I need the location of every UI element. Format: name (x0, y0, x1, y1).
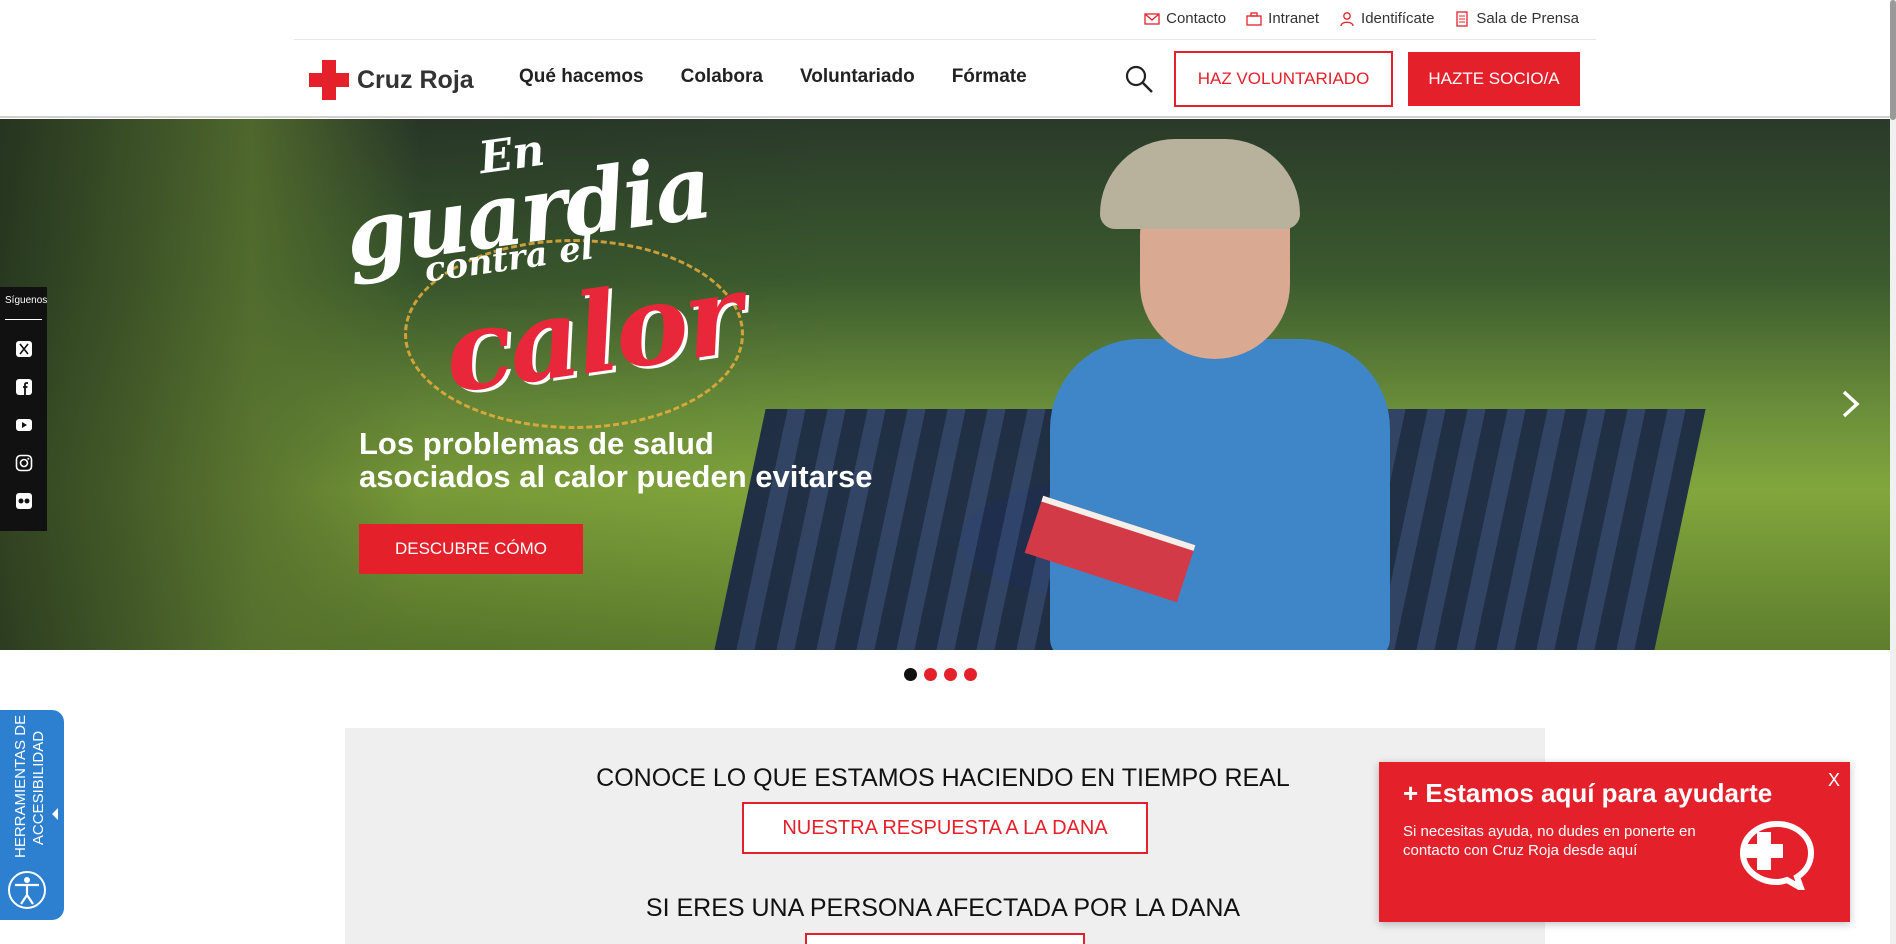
caret-left-icon (52, 808, 58, 820)
scrollbar-thumb[interactable] (1890, 0, 1896, 120)
accessibility-tools-tab[interactable]: HERRAMIENTAS DE ACCESIBILIDAD (0, 710, 64, 920)
realtime-heading: CONOCE LO QUE ESTAMOS HACIENDO EN TIEMPO… (596, 764, 1290, 792)
hero-title-line2: asociados al calor pueden evitarse (359, 459, 873, 494)
help-popup[interactable]: + Estamos aquí para ayudarte Si necesita… (1379, 762, 1850, 922)
help-popup-title: + Estamos aquí para ayudarte (1403, 778, 1773, 808)
logo-text: Cruz Roja (357, 65, 474, 94)
x-twitter-icon[interactable] (15, 340, 33, 358)
briefcase-icon (1246, 11, 1262, 26)
youtube-icon[interactable] (15, 416, 33, 434)
hero-carousel: En guardia contra el calor Los problemas… (0, 119, 1890, 650)
mail-icon (1144, 12, 1160, 25)
contact-link[interactable]: Contacto (1144, 10, 1226, 27)
utility-links: Contacto Intranet Identifícate Sala de P… (1144, 10, 1579, 27)
nav-formate[interactable]: Fórmate (952, 66, 1027, 88)
flickr-icon[interactable] (15, 492, 33, 510)
red-cross-icon (309, 60, 349, 100)
press-room-label: Sala de Prensa (1476, 10, 1579, 27)
instagram-icon[interactable] (15, 454, 33, 472)
carousel-pagination (904, 668, 977, 681)
discover-how-button[interactable]: DESCUBRE CÓMO (359, 524, 583, 574)
carousel-dot-1[interactable] (904, 668, 917, 681)
accessibility-tools-label: HERRAMIENTAS DE ACCESIBILIDAD (12, 714, 48, 858)
page-scrollbar[interactable] (1890, 0, 1896, 944)
hero-title-line1: Los problemas de salud (359, 426, 714, 461)
carousel-dot-4[interactable] (964, 668, 977, 681)
intranet-label: Intranet (1268, 10, 1320, 27)
accessibility-label-line2: ACCESIBILIDAD (30, 730, 47, 846)
help-popup-text: Si necesitas ayuda, no dudes en ponerte … (1403, 823, 1696, 859)
hero-title: Los problemas de salud asociados al calo… (359, 427, 979, 493)
become-member-button[interactable]: HAZTE SOCIO/A (1408, 52, 1580, 106)
dana-response-button[interactable]: NUESTRA RESPUESTA A LA DANA (742, 802, 1148, 854)
accessibility-label-line1: HERRAMIENTAS DE (12, 714, 29, 858)
chat-cross-icon (1739, 820, 1815, 890)
main-header: Cruz Roja Qué hacemos Colabora Voluntari… (0, 40, 1890, 118)
intranet-link[interactable]: Intranet (1246, 10, 1319, 27)
campaign-logo: En guardia contra el calor (339, 125, 754, 429)
nav-voluntariado[interactable]: Voluntariado (800, 66, 915, 88)
accessibility-icon (8, 871, 46, 909)
nav-que-hacemos[interactable]: Qué hacemos (519, 66, 644, 88)
carousel-dot-2[interactable] (924, 668, 937, 681)
facebook-icon[interactable] (15, 378, 33, 396)
social-sidebar: Síguenos (0, 287, 47, 531)
site-logo[interactable]: Cruz Roja (309, 60, 474, 100)
follow-us-label: Síguenos (5, 287, 47, 320)
volunteer-button[interactable]: HAZ VOLUNTARIADO (1174, 51, 1393, 107)
login-link[interactable]: Identifícate (1339, 10, 1434, 27)
chevron-right-icon[interactable] (1840, 389, 1862, 419)
affected-heading: SI ERES UNA PERSONA AFECTADA POR LA DANA (645, 894, 1241, 922)
document-icon (1456, 10, 1469, 27)
carousel-dot-3[interactable] (944, 668, 957, 681)
user-icon (1340, 11, 1354, 26)
login-label: Identifícate (1361, 10, 1435, 27)
contact-label: Contacto (1166, 10, 1227, 27)
search-icon[interactable] (1124, 64, 1154, 94)
close-icon[interactable]: X (1828, 770, 1840, 791)
nav-colabora[interactable]: Colabora (681, 66, 763, 88)
utility-bar: Contacto Intranet Identifícate Sala de P… (294, 0, 1596, 40)
press-room-link[interactable]: Sala de Prensa (1454, 10, 1579, 27)
dana-info-section: CONOCE LO QUE ESTAMOS HACIENDO EN TIEMPO… (345, 728, 1545, 944)
affected-button[interactable] (805, 933, 1085, 944)
main-nav: Qué hacemos Colabora Voluntariado Fórmat… (519, 66, 1027, 88)
